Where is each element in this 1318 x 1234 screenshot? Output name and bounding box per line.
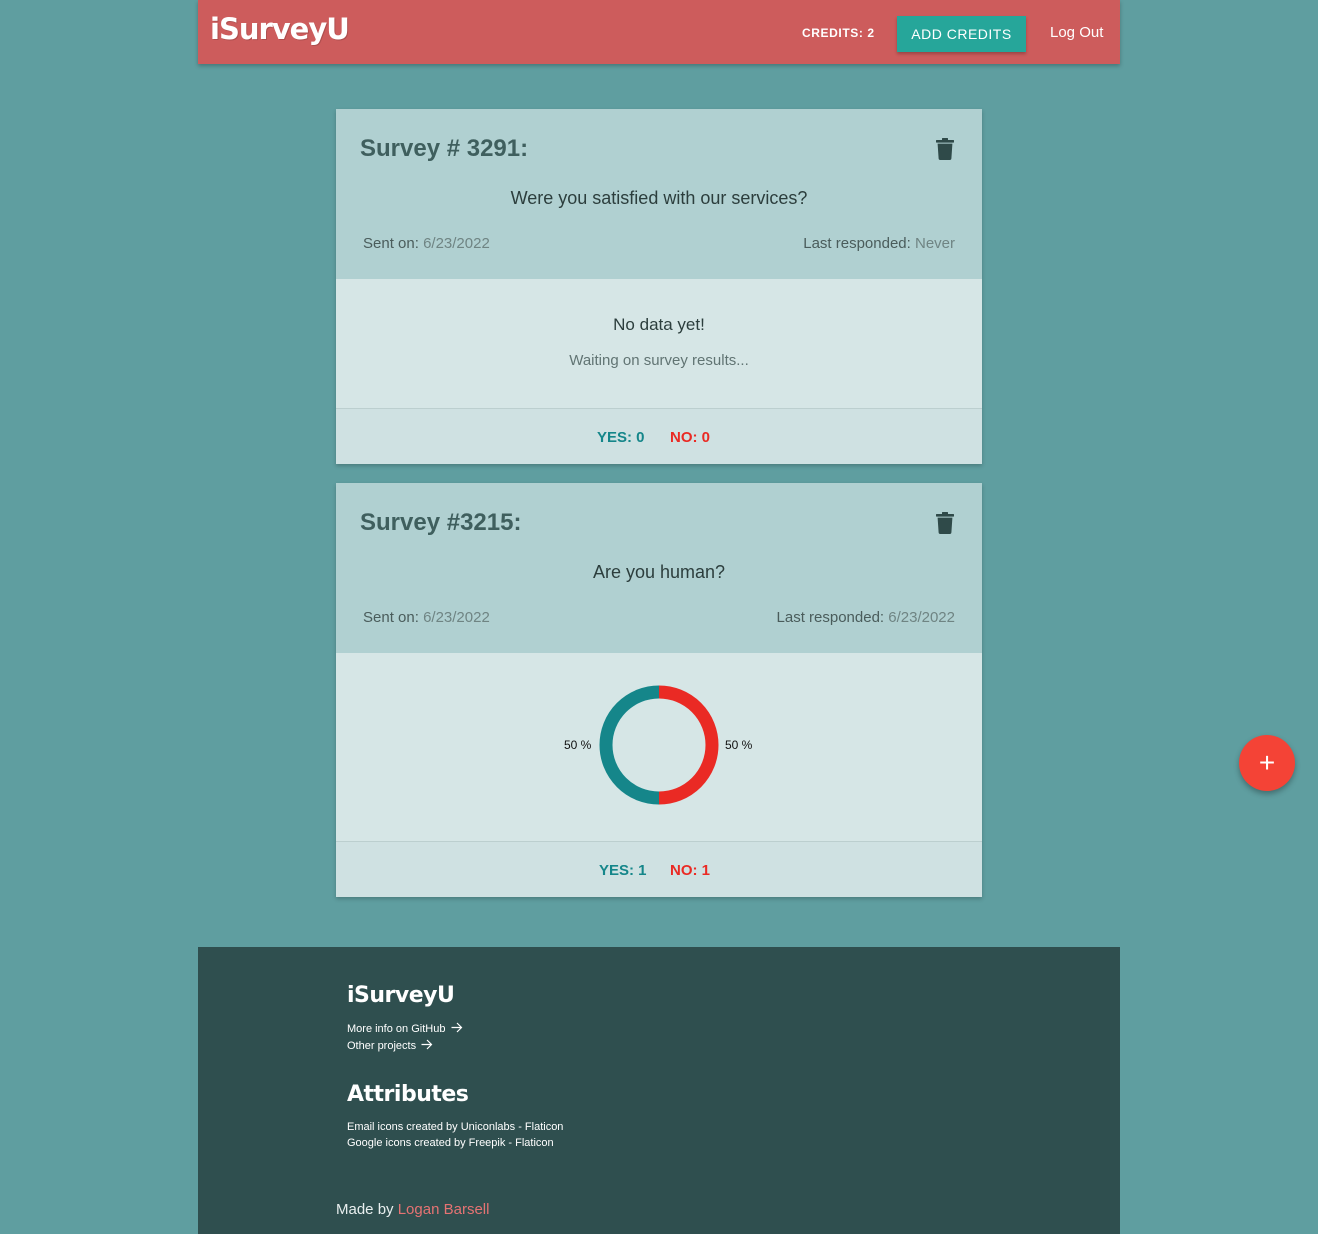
other-projects-link[interactable]: Other projects bbox=[347, 1039, 433, 1052]
survey-card: Survey # 3291: Were you satisfied with o… bbox=[336, 109, 982, 464]
last-responded-label: Last responded: bbox=[776, 609, 885, 626]
survey-card-footer: YES: 1 NO: 1 bbox=[336, 841, 982, 897]
sent-date: 6/23/2022 bbox=[423, 609, 490, 626]
donut-slice-no bbox=[658, 685, 719, 805]
footer-brand: iSurveyU bbox=[347, 983, 455, 1008]
plus-icon: + bbox=[1258, 747, 1276, 778]
github-link-label: More info on GitHub bbox=[347, 1023, 446, 1035]
last-responded-value: 6/23/2022 bbox=[888, 609, 955, 626]
author-link[interactable]: Logan Barsell bbox=[398, 1201, 490, 1218]
brand-logo[interactable]: iSurveyU bbox=[210, 12, 350, 46]
navbar: iSurveyU CREDITS: 2 ADD CREDITS Log Out bbox=[198, 0, 1120, 64]
survey-card-footer: YES: 0 NO: 0 bbox=[336, 408, 982, 464]
yes-count: YES: 1 bbox=[599, 862, 647, 879]
trash-icon[interactable] bbox=[936, 512, 954, 534]
attribute-email-icons[interactable]: Email icons created by Uniconlabs - Flat… bbox=[347, 1121, 563, 1133]
results-donut-chart bbox=[599, 685, 719, 805]
arrow-right-icon bbox=[451, 1022, 462, 1033]
made-by-label: Made by bbox=[336, 1201, 394, 1218]
other-projects-link-label: Other projects bbox=[347, 1040, 417, 1052]
credits-count: CREDITS: 2 bbox=[802, 26, 875, 40]
survey-question: Were you satisfied with our services? bbox=[510, 188, 808, 208]
logout-link[interactable]: Log Out bbox=[1050, 24, 1103, 41]
attribute-google-icons[interactable]: Google icons created by Freepik - Flatic… bbox=[347, 1137, 554, 1149]
sent-date: 6/23/2022 bbox=[423, 235, 490, 252]
last-responded: Last responded: Never bbox=[803, 235, 955, 252]
sent-label: Sent on: bbox=[363, 235, 419, 252]
last-responded-label: Last responded: bbox=[803, 235, 911, 252]
no-count: NO: 1 bbox=[670, 862, 711, 879]
footer: iSurveyU More info on GitHub Other proje… bbox=[198, 947, 1120, 1234]
no-data-subtitle: Waiting on survey results... bbox=[569, 352, 749, 369]
add-credits-button[interactable]: ADD CREDITS bbox=[897, 16, 1026, 52]
survey-card-body: 50 % 50 % bbox=[336, 653, 982, 841]
sent-on: Sent on: 6/23/2022 bbox=[363, 609, 490, 626]
trash-icon[interactable] bbox=[936, 138, 954, 160]
made-by: Made by Logan Barsell bbox=[336, 1201, 489, 1218]
arrow-right-icon bbox=[421, 1039, 433, 1050]
last-responded-value: Never bbox=[914, 235, 955, 252]
no-count: NO: 0 bbox=[670, 429, 711, 446]
attributes-title: Attributes bbox=[347, 1082, 469, 1107]
no-data-title: No data yet! bbox=[613, 315, 705, 334]
yes-count: YES: 0 bbox=[597, 429, 645, 446]
donut-slice-yes bbox=[599, 685, 660, 805]
chart-label-left: 50 % bbox=[564, 738, 592, 752]
survey-card-header: Survey # 3291: Were you satisfied with o… bbox=[336, 109, 982, 279]
survey-card-header: Survey #3215: Are you human? Sent on: 6/… bbox=[336, 483, 982, 653]
survey-question: Are you human? bbox=[592, 562, 726, 582]
survey-title: Survey # 3291: bbox=[360, 135, 529, 162]
chart-label-right: 50 % bbox=[725, 738, 753, 752]
survey-card: Survey #3215: Are you human? Sent on: 6/… bbox=[336, 483, 982, 897]
add-survey-button[interactable]: + bbox=[1239, 735, 1295, 791]
survey-card-body: No data yet! Waiting on survey results..… bbox=[336, 279, 982, 408]
sent-label: Sent on: bbox=[363, 609, 419, 626]
github-link[interactable]: More info on GitHub bbox=[347, 1022, 463, 1035]
sent-on: Sent on: 6/23/2022 bbox=[363, 235, 490, 252]
last-responded: Last responded: 6/23/2022 bbox=[777, 609, 955, 626]
survey-title: Survey #3215: bbox=[360, 509, 522, 536]
